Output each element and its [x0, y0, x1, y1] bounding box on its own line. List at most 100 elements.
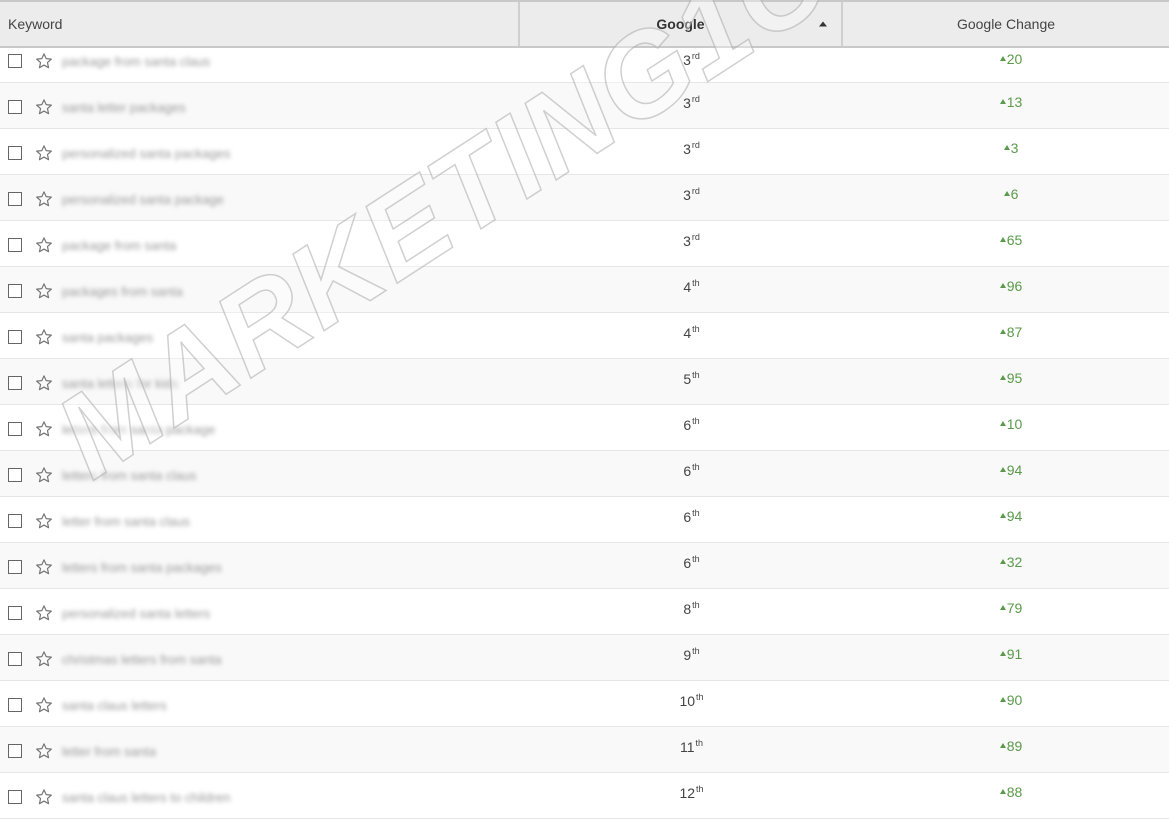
- keyword-text[interactable]: package from santa: [62, 238, 176, 253]
- star-icon[interactable]: [35, 52, 53, 70]
- star-icon[interactable]: [35, 558, 53, 576]
- keyword-cell: personalized santa letters: [0, 601, 520, 625]
- change-value: 90: [1006, 692, 1023, 708]
- table-row: personalized santa package 3rd 6: [0, 175, 1169, 221]
- star-icon[interactable]: [35, 144, 53, 162]
- keyword-rankings-table: Keyword Google Google Change package fro…: [0, 0, 1169, 819]
- star-icon[interactable]: [35, 236, 53, 254]
- row-checkbox[interactable]: [8, 146, 22, 160]
- keyword-text[interactable]: personalized santa package: [62, 192, 224, 207]
- star-icon[interactable]: [35, 328, 53, 346]
- rank-suffix: th: [692, 370, 700, 380]
- keyword-text[interactable]: personalized santa packages: [62, 146, 230, 161]
- keyword-text[interactable]: personalized santa letters: [62, 606, 210, 621]
- row-checkbox[interactable]: [8, 744, 22, 758]
- keyword-text[interactable]: letter from santa: [62, 744, 156, 759]
- star-icon[interactable]: [35, 466, 53, 484]
- row-checkbox[interactable]: [8, 468, 22, 482]
- row-checkbox[interactable]: [8, 376, 22, 390]
- row-checkbox[interactable]: [8, 100, 22, 114]
- table-row: packages from santa 4th 96: [0, 267, 1169, 313]
- google-rank-cell: 3rd: [520, 48, 843, 68]
- arrow-up-icon: [999, 697, 1006, 702]
- arrow-up-icon: [999, 513, 1006, 518]
- keyword-cell: christmas letters from santa: [0, 647, 520, 671]
- google-change-cell: 96: [843, 267, 1169, 294]
- keyword-text[interactable]: packages from santa: [62, 284, 183, 299]
- table-row: santa letter packages 3rd 13: [0, 83, 1169, 129]
- change-value: 87: [1006, 324, 1023, 340]
- column-header-keyword[interactable]: Keyword: [0, 2, 520, 46]
- keyword-cell: letters from santa package: [0, 417, 520, 441]
- star-icon[interactable]: [35, 512, 53, 530]
- keyword-text[interactable]: letters from santa package: [62, 422, 215, 437]
- keyword-text[interactable]: letters from santa packages: [62, 560, 222, 575]
- keyword-cell: personalized santa packages: [0, 141, 520, 165]
- row-checkbox[interactable]: [8, 330, 22, 344]
- row-checkbox[interactable]: [8, 238, 22, 252]
- keyword-text[interactable]: letters from santa claus: [62, 468, 196, 483]
- rank-value: 3: [683, 95, 691, 111]
- table-row: santa letters for kids 5th 95: [0, 359, 1169, 405]
- keyword-text[interactable]: santa letters for kids: [62, 376, 178, 391]
- keyword-cell: letters from santa packages: [0, 555, 520, 579]
- rank-value: 6: [683, 555, 692, 571]
- star-icon[interactable]: [35, 650, 53, 668]
- rank-suffix: th: [696, 784, 704, 794]
- star-icon[interactable]: [35, 788, 53, 806]
- table-row: letters from santa packages 6th 32: [0, 543, 1169, 589]
- star-icon[interactable]: [35, 98, 53, 116]
- keyword-text[interactable]: letter from santa claus: [62, 514, 190, 529]
- star-icon[interactable]: [35, 420, 53, 438]
- row-checkbox[interactable]: [8, 422, 22, 436]
- keyword-text[interactable]: santa letter packages: [62, 100, 186, 115]
- google-rank-cell: 6th: [520, 497, 843, 525]
- star-icon[interactable]: [35, 742, 53, 760]
- table-row: letters from santa package 6th 10: [0, 405, 1169, 451]
- row-checkbox[interactable]: [8, 284, 22, 298]
- arrow-up-icon: [999, 99, 1006, 104]
- star-icon[interactable]: [35, 696, 53, 714]
- arrow-up-icon: [999, 651, 1006, 656]
- row-checkbox[interactable]: [8, 652, 22, 666]
- keyword-cell: packages from santa: [0, 279, 520, 303]
- row-checkbox[interactable]: [8, 560, 22, 574]
- keyword-text[interactable]: package from santa claus: [62, 54, 210, 69]
- rank-value: 12: [679, 785, 696, 801]
- keyword-cell: personalized santa package: [0, 187, 520, 211]
- google-change-cell: 88: [843, 773, 1169, 800]
- change-value: 79: [1006, 600, 1023, 616]
- google-rank-cell: 3rd: [520, 221, 843, 249]
- keyword-cell: santa claus letters: [0, 693, 520, 717]
- arrow-up-icon: [999, 421, 1006, 426]
- keyword-cell: package from santa: [0, 233, 520, 257]
- keyword-text[interactable]: christmas letters from santa: [62, 652, 222, 667]
- google-change-cell: 10: [843, 405, 1169, 432]
- arrow-up-icon: [999, 283, 1006, 288]
- column-header-google[interactable]: Google: [520, 2, 843, 46]
- row-checkbox[interactable]: [8, 192, 22, 206]
- keyword-text[interactable]: santa claus letters to children: [62, 790, 230, 805]
- star-icon[interactable]: [35, 190, 53, 208]
- column-header-google-change[interactable]: Google Change: [843, 2, 1169, 46]
- arrow-up-icon: [999, 375, 1006, 380]
- star-icon[interactable]: [35, 374, 53, 392]
- sort-ascending-icon[interactable]: [819, 21, 827, 27]
- row-checkbox[interactable]: [8, 54, 22, 68]
- arrow-up-icon: [999, 559, 1006, 564]
- rank-suffix: rd: [691, 140, 700, 150]
- table-row: santa packages 4th 87: [0, 313, 1169, 359]
- keyword-text[interactable]: santa claus letters: [62, 698, 167, 713]
- google-rank-cell: 3rd: [520, 175, 843, 203]
- column-header-google-label: Google: [656, 16, 705, 32]
- row-checkbox[interactable]: [8, 698, 22, 712]
- arrow-up-icon: [999, 56, 1006, 61]
- star-icon[interactable]: [35, 604, 53, 622]
- arrow-up-icon: [999, 605, 1006, 610]
- rank-suffix: th: [696, 692, 704, 702]
- row-checkbox[interactable]: [8, 514, 22, 528]
- star-icon[interactable]: [35, 282, 53, 300]
- keyword-text[interactable]: santa packages: [62, 330, 153, 345]
- row-checkbox[interactable]: [8, 790, 22, 804]
- row-checkbox[interactable]: [8, 606, 22, 620]
